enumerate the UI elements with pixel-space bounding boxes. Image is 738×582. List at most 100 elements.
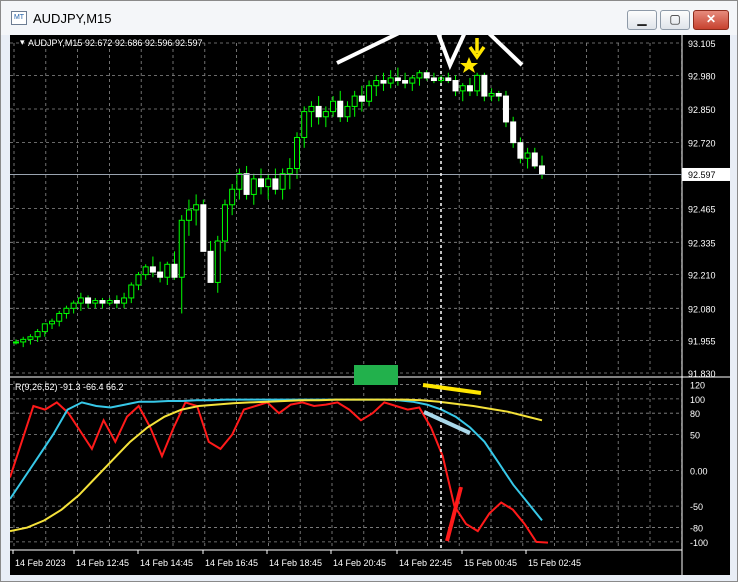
candle xyxy=(539,155,545,179)
candle xyxy=(34,329,41,342)
candle xyxy=(265,173,272,200)
candle xyxy=(193,194,200,226)
price-tick-label: 91.955 xyxy=(688,337,716,347)
candle xyxy=(366,80,373,107)
candle xyxy=(63,305,70,319)
candle xyxy=(430,72,437,84)
price-tick-label: 93.105 xyxy=(688,39,716,49)
candle xyxy=(214,235,221,293)
candle xyxy=(308,101,315,128)
candle xyxy=(20,336,27,348)
candle xyxy=(27,334,34,345)
candle xyxy=(445,72,452,84)
price-tick-label: 92.465 xyxy=(688,205,716,215)
annotation-green-rectangle[interactable] xyxy=(354,365,398,385)
candle xyxy=(257,168,264,195)
candle xyxy=(272,168,279,195)
candle xyxy=(380,72,387,91)
candle xyxy=(128,282,135,304)
candle xyxy=(149,256,156,278)
annotation-white-zigzag[interactable] xyxy=(336,35,524,71)
candle xyxy=(164,261,171,285)
time-tick-label: 14 Feb 14:45 xyxy=(140,558,193,568)
candle xyxy=(344,101,351,122)
chart-window: MT AUDJPY,M15 ▁ ▢ ✕ ▾ AUDJPY,M15 92.672 … xyxy=(0,0,738,582)
price-tick-label: 92.980 xyxy=(688,71,716,81)
price-tick-label: 92.080 xyxy=(688,304,716,314)
candle xyxy=(294,132,301,179)
indicator-tick-label: -50 xyxy=(690,502,703,512)
current-price-label: 92.597 xyxy=(688,170,716,180)
indicator-tick-label: 100 xyxy=(690,395,705,405)
candle xyxy=(279,168,286,200)
candle xyxy=(221,199,228,252)
main-pane-header: AUDJPY,M15 92.672 92.686 92.596 92.597 xyxy=(28,38,202,48)
candle xyxy=(322,106,329,128)
user-annotations[interactable] xyxy=(336,35,524,550)
window-title: AUDJPY,M15 xyxy=(33,11,112,26)
candle xyxy=(113,295,120,309)
maximize-button[interactable]: ▢ xyxy=(660,10,690,30)
candle xyxy=(99,297,106,309)
indicator-pane-header: R(9,26,52) -91.3 -66.4 66.2 xyxy=(15,382,124,392)
indicator-lines xyxy=(10,398,549,544)
annotation-star-icon[interactable] xyxy=(460,57,478,73)
annotation-yellow-trendline[interactable] xyxy=(422,383,482,395)
candle xyxy=(373,75,380,97)
chart-area[interactable]: ▾ AUDJPY,M15 92.672 92.686 92.596 92.597… xyxy=(10,35,730,575)
indicator-pane-grid xyxy=(10,381,683,549)
candle xyxy=(337,90,344,122)
candle xyxy=(358,85,365,112)
candle xyxy=(70,300,77,314)
price-axis[interactable]: 93.105 92.980 92.850 92.720 92.465 92.335 92.2… xyxy=(688,39,716,379)
candle xyxy=(135,272,142,291)
candle xyxy=(56,310,63,327)
annotation-yellow-arrow-icon[interactable] xyxy=(468,38,486,61)
candle xyxy=(185,199,192,236)
candle xyxy=(452,75,459,97)
candle xyxy=(387,70,394,89)
price-candles xyxy=(13,67,545,348)
candle xyxy=(229,184,236,216)
main-pane-grid xyxy=(10,42,683,374)
price-tick-label: 92.850 xyxy=(688,105,716,115)
candle xyxy=(250,173,257,205)
window-titlebar[interactable]: MT AUDJPY,M15 ▁ ▢ ✕ xyxy=(1,1,737,35)
candle xyxy=(351,90,358,117)
candle xyxy=(394,67,401,86)
candle xyxy=(409,75,416,91)
candle xyxy=(200,199,207,252)
indicator-tick-label: 120 xyxy=(690,381,705,391)
time-tick-label: 14 Feb 20:45 xyxy=(333,558,386,568)
candle xyxy=(178,215,185,314)
candle xyxy=(236,168,243,200)
price-tick-label: 91.830 xyxy=(688,369,716,379)
candle xyxy=(531,147,538,169)
candle xyxy=(481,72,488,102)
candle xyxy=(416,70,423,86)
indicator-series-line xyxy=(10,398,543,522)
chart-canvas[interactable]: ▾ AUDJPY,M15 92.672 92.686 92.596 92.597… xyxy=(10,35,730,575)
main-pane-collapse-icon[interactable]: ▾ xyxy=(20,37,25,47)
price-tick-label: 92.335 xyxy=(688,238,716,248)
candle xyxy=(286,158,293,190)
minimize-button[interactable]: ▁ xyxy=(627,10,657,30)
indicator-axis[interactable]: 120 100 80 50 0.00 -50 -80 -100 xyxy=(690,381,708,548)
candle xyxy=(502,90,509,128)
candle xyxy=(510,116,517,148)
indicator-tick-label: 80 xyxy=(690,409,700,419)
indicator-tick-label: -80 xyxy=(690,524,703,534)
close-button[interactable]: ✕ xyxy=(693,10,729,30)
indicator-tick-label: -100 xyxy=(690,538,708,548)
time-tick-label: 14 Feb 2023 xyxy=(15,558,66,568)
indicator-series-line xyxy=(10,401,549,544)
candle xyxy=(207,241,214,283)
candle xyxy=(41,323,48,337)
chart-app-icon: MT xyxy=(11,11,27,25)
candle xyxy=(106,297,113,306)
candle xyxy=(49,318,56,329)
time-axis[interactable]: 14 Feb 2023 14 Feb 12:45 14 Feb 14:45 14 Fe… xyxy=(12,550,581,568)
time-tick-label: 15 Feb 02:45 xyxy=(528,558,581,568)
candle xyxy=(243,165,250,200)
candle xyxy=(85,295,92,309)
